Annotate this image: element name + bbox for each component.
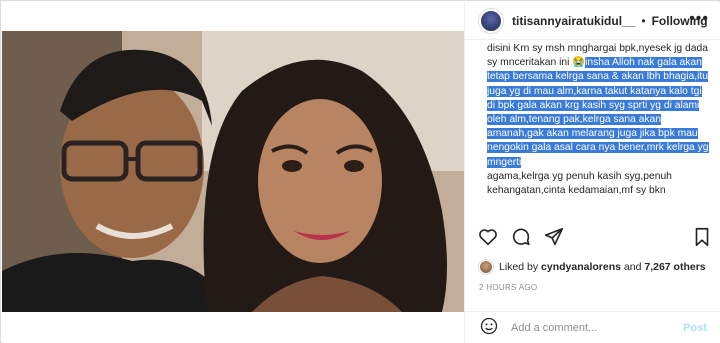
emoji-icon[interactable] <box>479 316 499 341</box>
comment-bar: Add a comment... Post <box>465 311 720 343</box>
post-frame: titisannyairatukidul__ • Following ••• d… <box>0 0 720 343</box>
username-link[interactable]: titisannyairatukidul__ <box>512 14 635 28</box>
comment-icon[interactable] <box>510 226 532 253</box>
likes-prefix: Liked by <box>499 261 539 273</box>
header-separator: • <box>641 13 646 28</box>
likes-others-link[interactable]: 7,267 others <box>644 261 705 273</box>
liker-username-link[interactable]: cyndyanalorens <box>541 261 621 273</box>
caption-text: disini Krn sy msh mnghargai bpk,nyesek j… <box>487 42 709 218</box>
photo-illustration <box>2 31 464 312</box>
post-side-panel: titisannyairatukidul__ • Following ••• d… <box>464 2 720 343</box>
post-comment-button[interactable]: Post <box>683 322 707 334</box>
heart-icon[interactable] <box>477 226 499 253</box>
likes-summary: Liked by cyndyanalorens and 7,267 others <box>479 260 706 274</box>
post-photo[interactable] <box>2 31 464 312</box>
comment-input[interactable]: Add a comment... <box>511 322 683 334</box>
bookmark-icon[interactable] <box>691 226 713 253</box>
action-bar <box>477 226 713 250</box>
post-header: titisannyairatukidul__ • Following ••• <box>465 2 720 40</box>
likes-middle: and <box>623 261 642 273</box>
post-photo-area <box>2 2 464 343</box>
liker-avatar <box>479 260 493 274</box>
more-options-icon[interactable]: ••• <box>689 10 709 28</box>
share-icon[interactable] <box>543 226 565 253</box>
post-timestamp[interactable]: 2 HOURS AGO <box>479 283 537 292</box>
caption-selected-text: insha Alloh nak gala akan tetap bersama … <box>487 57 709 168</box>
caption-plain-2: agama,kelrga yg penuh kasih syg,penuh ke… <box>487 170 672 197</box>
avatar[interactable] <box>479 8 503 33</box>
